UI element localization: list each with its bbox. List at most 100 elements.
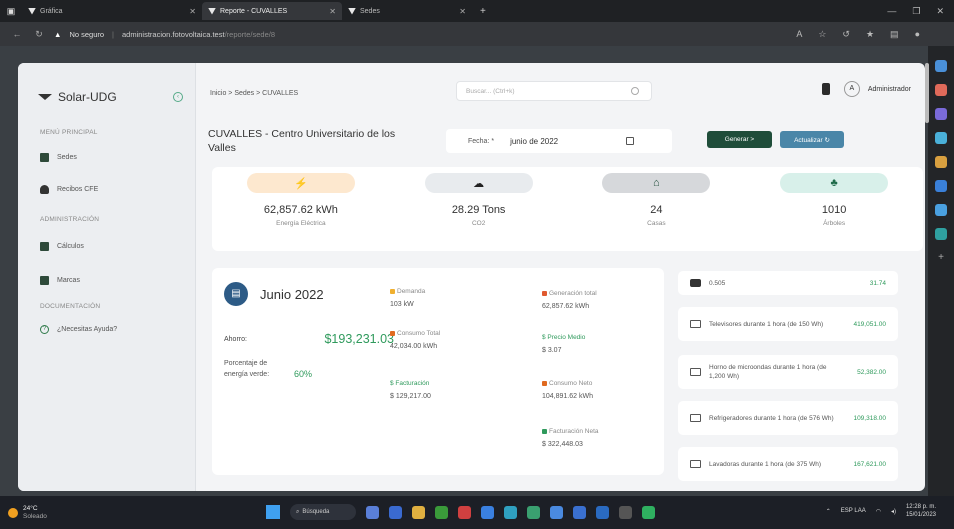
- topbar: Inicio > Sedes > CUVALLES Buscar... (Ctr…: [196, 63, 925, 117]
- add-icon[interactable]: +: [935, 252, 947, 264]
- taskbar: 24°C Soleado ⌕ Búsqueda ⌃ ESP LAA ◠ ◂) 12…: [0, 496, 954, 529]
- search-icon: [631, 87, 639, 95]
- bolt-icon: [390, 289, 395, 294]
- back-icon[interactable]: ←: [10, 29, 24, 39]
- language-indicator[interactable]: ESP LAA: [841, 508, 866, 514]
- breadcrumb[interactable]: Inicio > Sedes > CUVALLES: [210, 90, 298, 97]
- games-icon[interactable]: [935, 132, 947, 144]
- washer-icon: [690, 460, 701, 468]
- building-icon: [40, 152, 49, 162]
- equivalence-card: Televisores durante 1 hora (de 150 Wh) 4…: [678, 307, 898, 341]
- sidebar-item-marcas[interactable]: Marcas: [18, 269, 195, 291]
- calendar-icon[interactable]: [626, 137, 634, 145]
- microwave-icon: [690, 368, 701, 376]
- office-icon[interactable]: [935, 156, 947, 168]
- total-consumption-item: Consumo Total 42,034.00 kWh: [390, 330, 441, 350]
- close-tab-icon[interactable]: ✕: [329, 7, 336, 16]
- demand-item: Demanda 103 kW: [390, 288, 426, 308]
- smog-icon: [690, 279, 701, 287]
- date-field[interactable]: Fecha: * junio de 2022: [446, 129, 672, 153]
- green-energy-label: Porcentaje de energía verde:: [224, 360, 270, 378]
- clock[interactable]: 12:28 p. m. 15/01/2023: [906, 503, 936, 519]
- refresh-icon[interactable]: ↺: [842, 29, 850, 40]
- stat-value: 1010: [821, 204, 847, 216]
- volume-icon[interactable]: ◂): [891, 508, 896, 515]
- collapse-sidebar-icon[interactable]: ‹: [173, 92, 183, 102]
- outlook-icon[interactable]: [935, 180, 947, 192]
- vscode-icon[interactable]: [596, 505, 609, 519]
- plug-icon: [40, 184, 49, 194]
- close-tab-icon[interactable]: ✕: [189, 7, 196, 16]
- whatsapp-icon[interactable]: [642, 505, 655, 519]
- fire-icon: [542, 381, 547, 386]
- close-tab-icon[interactable]: ✕: [459, 7, 466, 16]
- user-name: Administrador: [867, 85, 911, 93]
- bing-icon[interactable]: [935, 228, 947, 240]
- start-icon[interactable]: [266, 505, 280, 519]
- chat-icon[interactable]: [389, 505, 402, 519]
- avatar[interactable]: A: [843, 81, 860, 97]
- lightning-icon: ⚡: [246, 173, 355, 193]
- report-title: Junio 2022: [260, 286, 324, 302]
- tab-reporte[interactable]: Reporte - CUVALLES ✕: [202, 2, 342, 20]
- wifi-icon[interactable]: ◠: [876, 508, 881, 515]
- xbox-icon[interactable]: [435, 505, 448, 519]
- taskbar-search[interactable]: ⌕ Búsqueda: [290, 504, 356, 520]
- shopping-icon[interactable]: [935, 84, 947, 96]
- favorite-icon[interactable]: ☆: [818, 29, 826, 40]
- sidebar-item-sedes[interactable]: Sedes: [18, 146, 195, 168]
- stat-co2: ☁ 28.29 Tons CO2: [390, 167, 568, 251]
- search-icon[interactable]: [935, 60, 947, 72]
- sidebar-item-calculos[interactable]: Cálculos: [18, 235, 195, 257]
- security-status[interactable]: No seguro: [69, 30, 104, 39]
- tools-icon[interactable]: [935, 108, 947, 120]
- browser-tab-bar: ▣ Gráfica ✕ Reporte - CUVALLES ✕ Sedes ✕…: [0, 0, 954, 22]
- generate-button[interactable]: Generar >: [707, 131, 772, 148]
- tab-grafica[interactable]: Gráfica ✕: [22, 2, 202, 20]
- app-icon[interactable]: [619, 505, 632, 519]
- close-window-icon[interactable]: ✕: [936, 6, 944, 17]
- collections-icon[interactable]: ▤: [890, 29, 899, 40]
- equivalence-card: Refrigeradores durante 1 hora (de 576 Wh…: [678, 401, 898, 435]
- profile-icon[interactable]: ●: [915, 29, 920, 40]
- window-menu-icon[interactable]: ▣: [0, 6, 22, 17]
- brand-logo-icon: [38, 94, 52, 100]
- user-menu[interactable]: A Administrador: [821, 81, 911, 97]
- chevron-up-icon[interactable]: ⌃: [826, 508, 831, 515]
- minimize-icon[interactable]: —: [887, 6, 896, 17]
- tab-sedes[interactable]: Sedes ✕: [342, 2, 472, 20]
- url-field[interactable]: administracion.fotovoltaica.test/reporte…: [122, 30, 275, 39]
- app-icon[interactable]: [573, 505, 586, 519]
- chrome-icon[interactable]: [412, 505, 425, 519]
- edge-dev-icon[interactable]: [504, 505, 517, 519]
- weather-widget[interactable]: 24°C Soleado: [0, 505, 47, 521]
- search-input[interactable]: Buscar... (Ctrl+k): [456, 81, 652, 101]
- stat-value: 24: [650, 204, 663, 216]
- date-value[interactable]: junio de 2022: [510, 137, 558, 146]
- savings-row: Ahorro: $193,231.03: [224, 332, 394, 346]
- refresh-button[interactable]: Actualizar ↻: [780, 131, 844, 148]
- sun-icon: [8, 507, 18, 518]
- new-tab-button[interactable]: +: [472, 6, 494, 17]
- page: Solar-UDG ‹ MENÚ PRINCIPAL Sedes Recibos…: [18, 63, 925, 491]
- brand[interactable]: Solar-UDG ‹: [18, 63, 195, 109]
- reload-icon[interactable]: ↻: [32, 29, 46, 40]
- edge-icon[interactable]: [481, 505, 494, 519]
- read-aloud-icon[interactable]: A: [796, 29, 802, 40]
- app-icon[interactable]: [550, 505, 563, 519]
- chart-icon: [542, 429, 547, 434]
- drop-icon[interactable]: [935, 204, 947, 216]
- taskview-icon[interactable]: [366, 505, 379, 519]
- scrollbar[interactable]: [925, 63, 929, 123]
- app-icon[interactable]: [527, 505, 540, 519]
- stat-value: 62,857.62 kWh: [263, 204, 338, 216]
- sidebar-item-ayuda[interactable]: ? ¿Necesitas Ayuda?: [18, 318, 195, 340]
- green-energy-value: 60%: [294, 369, 313, 379]
- restore-icon[interactable]: ❐: [912, 6, 920, 17]
- app-icon[interactable]: [458, 505, 471, 519]
- sidebar-item-recibos[interactable]: Recibos CFE: [18, 178, 195, 200]
- tablet-icon[interactable]: [821, 83, 830, 95]
- equivalence-card: 0.505 31.74: [678, 271, 898, 295]
- favorites-icon[interactable]: ★: [866, 29, 874, 40]
- warning-icon[interactable]: ▲: [54, 30, 61, 39]
